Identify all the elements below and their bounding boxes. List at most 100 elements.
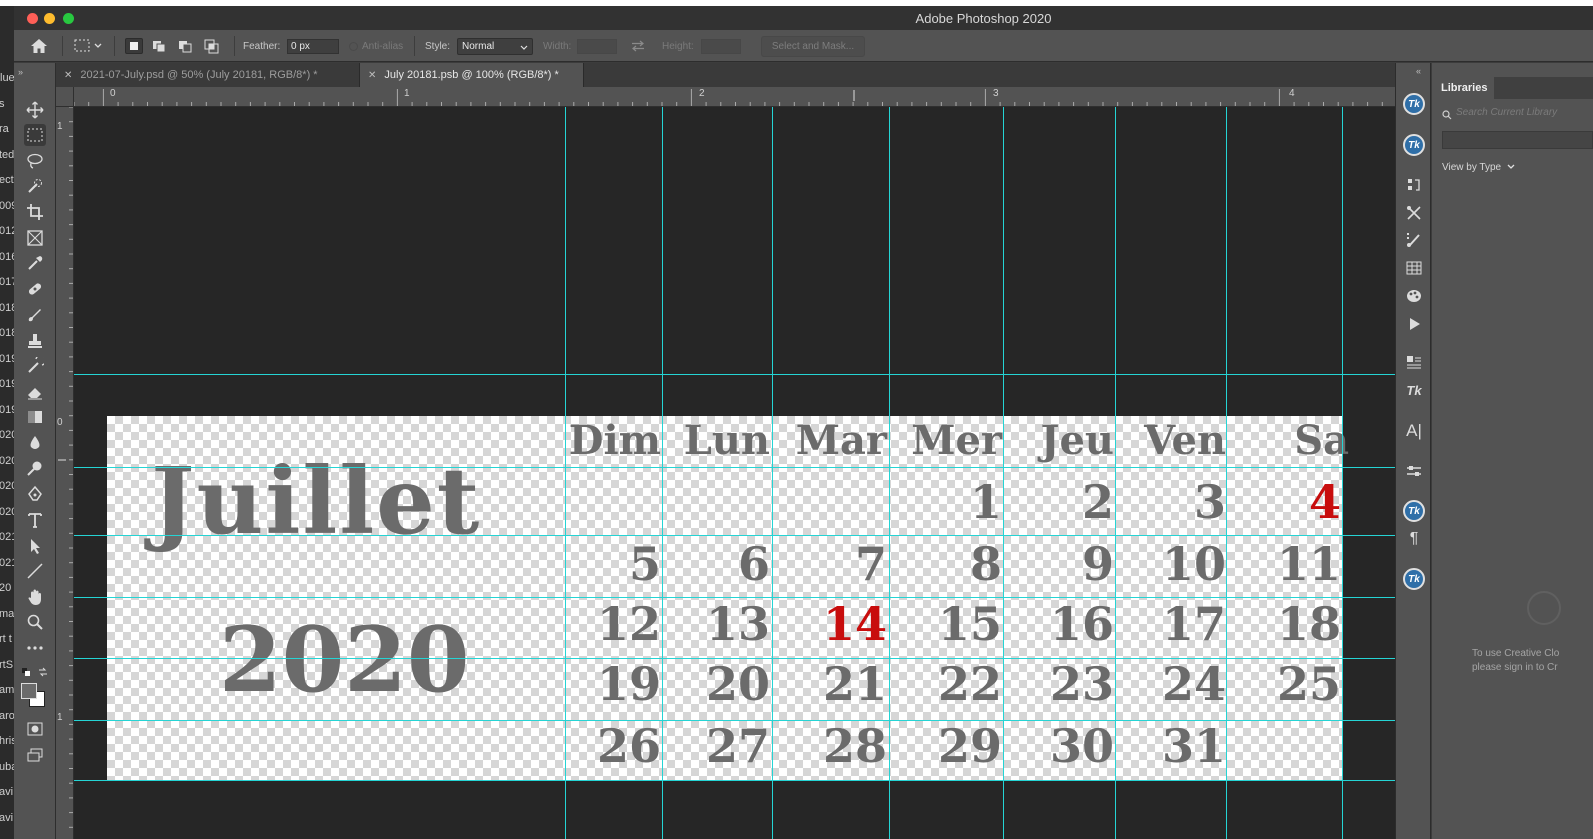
- swap-dimensions-button[interactable]: [631, 30, 645, 62]
- horizontal-guide[interactable]: [74, 535, 1395, 536]
- brushes-icon[interactable]: [1403, 229, 1425, 251]
- lasso-tool[interactable]: [24, 150, 46, 172]
- day-number: 1: [969, 475, 1002, 529]
- tk-panel-icon[interactable]: Tk: [1403, 568, 1425, 590]
- history-icon[interactable]: [1403, 174, 1425, 196]
- month-title: Juillet: [151, 447, 482, 555]
- zoom-tool[interactable]: [24, 611, 46, 633]
- horizontal-guide[interactable]: [74, 467, 1395, 468]
- background-window-text: 020: [0, 480, 14, 492]
- brush-tool[interactable]: [24, 304, 46, 326]
- swap-icon: [632, 40, 644, 52]
- foreground-color-swatch[interactable]: [21, 683, 37, 699]
- quick-select-tool[interactable]: [24, 175, 46, 197]
- swap-colors-icon[interactable]: [38, 664, 48, 682]
- view-by-type-dropdown[interactable]: View by Type: [1442, 162, 1515, 173]
- new-selection-button[interactable]: [125, 38, 143, 54]
- color-swatches[interactable]: [21, 683, 47, 709]
- vertical-guide[interactable]: [889, 107, 890, 839]
- table-icon[interactable]: [1403, 257, 1425, 279]
- horizontal-guide[interactable]: [74, 658, 1395, 659]
- stamp-icon: [28, 334, 42, 348]
- quick-mask-button[interactable]: [24, 718, 46, 740]
- library-select[interactable]: [1442, 131, 1593, 149]
- frame-tool[interactable]: [24, 227, 46, 249]
- move-tool[interactable]: [24, 99, 46, 121]
- gradient-icon: [28, 411, 42, 423]
- horizontal-guide[interactable]: [74, 780, 1395, 781]
- feather-input[interactable]: 0 px: [287, 39, 339, 54]
- dodge-tool[interactable]: [24, 458, 46, 480]
- horizontal-guide[interactable]: [74, 597, 1395, 598]
- day-number: 14: [822, 597, 887, 651]
- subtract-selection-button[interactable]: [177, 38, 195, 54]
- vertical-guide[interactable]: [1226, 107, 1227, 839]
- day-name: Mer: [911, 417, 1002, 464]
- character-icon[interactable]: A|: [1403, 420, 1425, 442]
- marquee-preset-picker[interactable]: [74, 30, 104, 62]
- horizontal-guide[interactable]: [74, 720, 1395, 721]
- antialias-checkbox[interactable]: Anti-alias: [349, 30, 403, 62]
- pen-tool[interactable]: [24, 483, 46, 505]
- tk-panel-icon[interactable]: Tk: [1403, 93, 1425, 115]
- ruler-origin[interactable]: [56, 87, 74, 107]
- eyedropper-tool[interactable]: [24, 252, 46, 274]
- actions-play-icon[interactable]: [1403, 313, 1425, 335]
- background-window-text: 021: [0, 531, 14, 543]
- add-selection-button[interactable]: [151, 38, 169, 54]
- line-tool[interactable]: [24, 560, 46, 582]
- collapse-dock-icon[interactable]: «: [1416, 66, 1421, 76]
- vertical-guide[interactable]: [662, 107, 663, 839]
- default-colors-icon[interactable]: [22, 664, 34, 676]
- canvas-area[interactable]: Juillet 2020 Dim Lun Mar Mer Jeu Ven Sa 1 2 3 4 5 6 7…: [74, 107, 1395, 839]
- tab-document-2[interactable]: ✕ July 20181.psb @ 100% (RGB/8*) *: [360, 63, 584, 87]
- marquee-tool[interactable]: [24, 124, 46, 146]
- day-number: 12: [596, 597, 661, 651]
- path-select-tool[interactable]: [24, 535, 46, 557]
- adjustments-icon[interactable]: [1403, 460, 1425, 482]
- intersect-selection-button[interactable]: [203, 38, 221, 54]
- search-icon: [1442, 110, 1452, 120]
- close-tab-icon[interactable]: ✕: [368, 70, 376, 81]
- properties-icon[interactable]: [1403, 351, 1425, 373]
- crop-tool[interactable]: [24, 201, 46, 223]
- tab-libraries[interactable]: Libraries: [1432, 77, 1494, 99]
- tk-text-icon[interactable]: Tk: [1403, 379, 1425, 401]
- vertical-guide[interactable]: [772, 107, 773, 839]
- tk-panel-icon[interactable]: Tk: [1403, 500, 1425, 522]
- hand-tool[interactable]: [24, 586, 46, 608]
- stamp-tool[interactable]: [24, 330, 46, 352]
- style-select[interactable]: Normal: [457, 38, 533, 55]
- vertical-guide[interactable]: [1115, 107, 1116, 839]
- close-tab-icon[interactable]: ✕: [64, 70, 72, 81]
- library-search-input[interactable]: Search Current Library: [1456, 107, 1593, 123]
- history-brush-tool[interactable]: [24, 355, 46, 377]
- screen-mode-button[interactable]: [24, 744, 46, 766]
- tk-panel-icon[interactable]: Tk: [1403, 134, 1425, 156]
- day-number: 15: [937, 597, 1002, 651]
- home-button[interactable]: [30, 30, 48, 62]
- width-input[interactable]: [577, 39, 617, 54]
- height-input[interactable]: [701, 39, 741, 54]
- healing-tool[interactable]: [24, 278, 46, 300]
- tab-document-1[interactable]: ✕ 2021-07-July.psd @ 50% (July 20181, RG…: [56, 63, 360, 87]
- eraser-tool[interactable]: [24, 381, 46, 403]
- day-number: 8: [969, 537, 1002, 591]
- paragraph-icon[interactable]: ¶: [1403, 528, 1425, 550]
- select-and-mask-button[interactable]: Select and Mask...: [761, 36, 865, 57]
- swatches-palette-icon[interactable]: [1403, 285, 1425, 307]
- vertical-guide[interactable]: [1003, 107, 1004, 839]
- quick-mask-icon: [27, 722, 43, 736]
- blur-tool[interactable]: [24, 432, 46, 454]
- horizontal-guide[interactable]: [74, 374, 1395, 375]
- gradient-tool[interactable]: [24, 406, 46, 428]
- more-tool[interactable]: [24, 637, 46, 659]
- vertical-guide[interactable]: [565, 107, 566, 839]
- vertical-ruler[interactable]: 1 0 1: [56, 87, 74, 839]
- message-line: To use Creative Clo: [1472, 648, 1560, 659]
- vertical-guide[interactable]: [1342, 107, 1343, 839]
- type-tool[interactable]: [24, 509, 46, 531]
- collapse-arrows-icon[interactable]: »: [18, 67, 23, 77]
- brush-settings-icon[interactable]: [1403, 202, 1425, 224]
- horizontal-ruler[interactable]: 0 1 2 3 4: [74, 87, 1395, 107]
